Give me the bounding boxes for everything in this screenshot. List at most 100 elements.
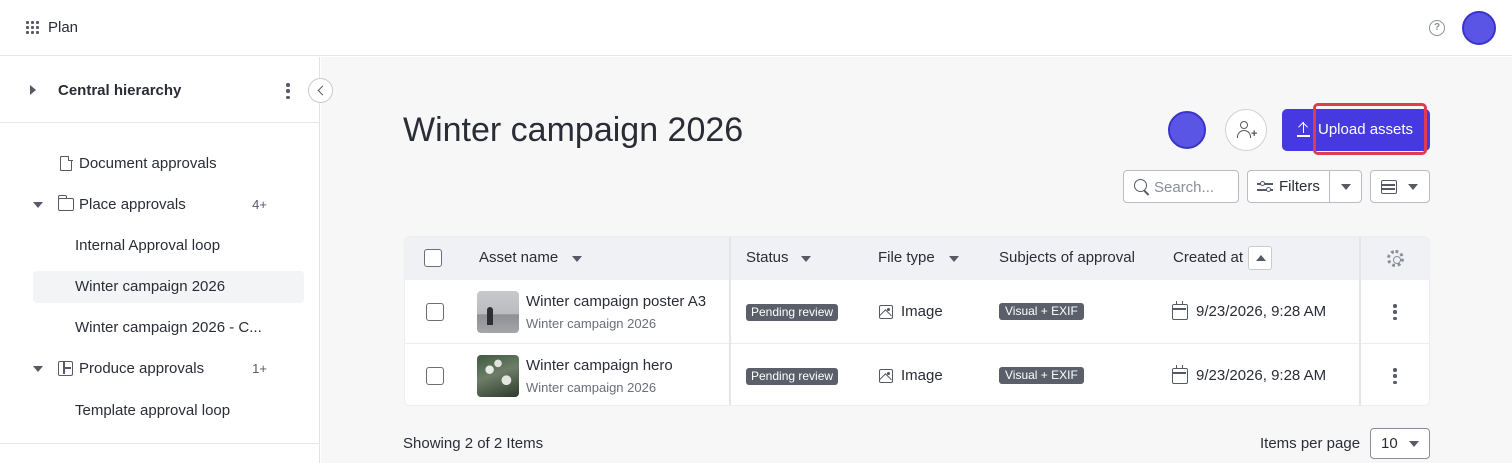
chevron-down-icon[interactable]	[572, 256, 582, 262]
main-content: Winter campaign 2026 + Upload assets Fil…	[321, 57, 1512, 463]
column-label: Asset name	[479, 249, 559, 266]
asset-folder: Winter campaign 2026	[526, 316, 657, 331]
image-icon	[879, 305, 893, 319]
sidebar-item-label: Winter campaign 2026	[75, 278, 226, 295]
image-icon	[879, 369, 893, 383]
column-header-subjects-of-approval[interactable]: Subjects of approval	[999, 249, 1135, 266]
layout-grid-icon	[58, 361, 73, 376]
subject-badge: Visual + EXIF	[999, 367, 1084, 384]
sidebar-item-document-approvals[interactable]: Document approvals	[33, 148, 304, 180]
top-bar: Plan ?	[0, 0, 1512, 56]
created-at: 9/23/2026, 9:28 AM	[1196, 367, 1327, 384]
column-header-file-type[interactable]: File type	[878, 249, 935, 266]
sidebar: Central hierarchy Document approvals Pla…	[0, 57, 320, 463]
app-name: Plan	[48, 19, 79, 36]
column-header-asset-name[interactable]: Asset name	[479, 249, 558, 266]
sliders-icon	[1257, 181, 1273, 193]
sidebar-header: Central hierarchy	[0, 57, 320, 123]
status-badge: Pending review	[746, 368, 839, 385]
view-mode-button[interactable]	[1370, 170, 1430, 203]
filters-label: Filters	[1279, 178, 1320, 195]
table-row[interactable]: Winter campaign poster A3 Winter campaig…	[405, 280, 1429, 344]
asset-folder: Winter campaign 2026	[526, 380, 657, 395]
table-header: Asset name Status File type Subjects of …	[405, 237, 1429, 280]
asset-name[interactable]: Winter campaign poster A3	[526, 293, 706, 310]
sidebar-item-internal-approval-loop[interactable]: Internal Approval loop	[33, 230, 304, 262]
page-title: Winter campaign 2026	[403, 111, 744, 149]
upload-icon	[1297, 122, 1310, 137]
assets-table: Asset name Status File type Subjects of …	[404, 236, 1430, 406]
column-label: Status	[746, 249, 789, 266]
sidebar-title: Central hierarchy	[58, 82, 182, 99]
select-all-checkbox[interactable]	[424, 249, 442, 267]
gear-icon[interactable]	[1387, 250, 1404, 267]
sidebar-item-template-approval-loop[interactable]: Template approval loop	[33, 395, 304, 427]
column-divider[interactable]	[729, 237, 731, 405]
collapse-sidebar-button[interactable]	[308, 78, 333, 103]
folder-icon	[57, 195, 74, 211]
column-header-status[interactable]: Status	[746, 249, 789, 266]
sidebar-divider	[0, 443, 320, 444]
caret-down-icon[interactable]	[33, 366, 43, 372]
items-per-page-value: 10	[1381, 435, 1398, 452]
upload-assets-label: Upload assets	[1318, 121, 1414, 138]
status-badge: Pending review	[746, 304, 839, 321]
more-options-icon[interactable]	[286, 83, 290, 99]
table-row[interactable]: Winter campaign hero Winter campaign 202…	[405, 345, 1429, 405]
chevron-down-icon[interactable]	[801, 256, 811, 262]
item-count-badge: 1+	[252, 361, 267, 376]
user-avatar[interactable]	[1462, 11, 1496, 45]
column-label: Created at	[1173, 249, 1244, 266]
caret-down-icon[interactable]	[33, 202, 43, 208]
items-per-page-select[interactable]: 10	[1370, 428, 1430, 459]
help-icon[interactable]: ?	[1429, 20, 1445, 36]
sidebar-item-produce-approvals[interactable]: Produce approvals 1+	[33, 353, 304, 385]
row-more-options-icon[interactable]	[1393, 368, 1397, 384]
list-view-icon	[1381, 180, 1397, 194]
sidebar-item-label: Place approvals	[79, 196, 186, 213]
document-icon	[60, 155, 73, 171]
sort-ascending-button[interactable]	[1248, 246, 1272, 270]
search-field[interactable]	[1123, 170, 1239, 203]
sidebar-item-label: Winter campaign 2026 - C...	[75, 319, 262, 336]
row-checkbox[interactable]	[426, 303, 444, 321]
chevron-down-icon	[1408, 184, 1418, 190]
asset-thumbnail	[477, 355, 519, 397]
sidebar-item-label: Internal Approval loop	[75, 237, 221, 254]
filters-button[interactable]: Filters	[1247, 170, 1362, 203]
items-per-page-label: Items per page	[1260, 435, 1361, 452]
collaborator-avatar[interactable]	[1168, 111, 1206, 149]
row-checkbox[interactable]	[426, 367, 444, 385]
sidebar-item-label: Document approvals	[79, 155, 217, 172]
column-header-created-at[interactable]: Created at	[1173, 249, 1243, 266]
file-type: Image	[901, 303, 943, 320]
caret-right-icon[interactable]	[30, 85, 36, 95]
user-icon-body	[1237, 130, 1251, 138]
apps-grid-icon[interactable]	[26, 21, 40, 35]
created-at: 9/23/2026, 9:28 AM	[1196, 303, 1327, 320]
file-type: Image	[901, 367, 943, 384]
item-count-badge: 4+	[252, 197, 267, 212]
sidebar-item-label: Produce approvals	[79, 360, 205, 377]
chevron-down-icon	[1409, 441, 1419, 447]
pagination-summary: Showing 2 of 2 Items	[403, 435, 544, 452]
sidebar-item-winter-campaign-2026-c[interactable]: Winter campaign 2026 - C...	[33, 312, 304, 344]
column-label: File type	[878, 249, 935, 266]
calendar-icon	[1172, 365, 1188, 384]
row-more-options-icon[interactable]	[1393, 304, 1397, 320]
asset-name[interactable]: Winter campaign hero	[526, 357, 673, 374]
plus-icon: +	[1251, 128, 1258, 140]
asset-thumbnail	[477, 291, 519, 333]
search-input[interactable]	[1154, 176, 1236, 198]
subject-badge: Visual + EXIF	[999, 303, 1084, 320]
sidebar-item-winter-campaign-2026[interactable]: Winter campaign 2026	[33, 271, 304, 303]
chevron-down-icon[interactable]	[1341, 184, 1351, 190]
column-divider[interactable]	[1359, 237, 1361, 405]
calendar-icon	[1172, 301, 1188, 320]
upload-assets-button[interactable]: Upload assets	[1282, 109, 1430, 151]
column-label: Subjects of approval	[999, 249, 1135, 266]
add-user-button[interactable]: +	[1225, 109, 1267, 151]
chevron-down-icon[interactable]	[949, 256, 959, 262]
sidebar-item-place-approvals[interactable]: Place approvals 4+	[33, 189, 304, 221]
user-icon	[1240, 121, 1248, 129]
